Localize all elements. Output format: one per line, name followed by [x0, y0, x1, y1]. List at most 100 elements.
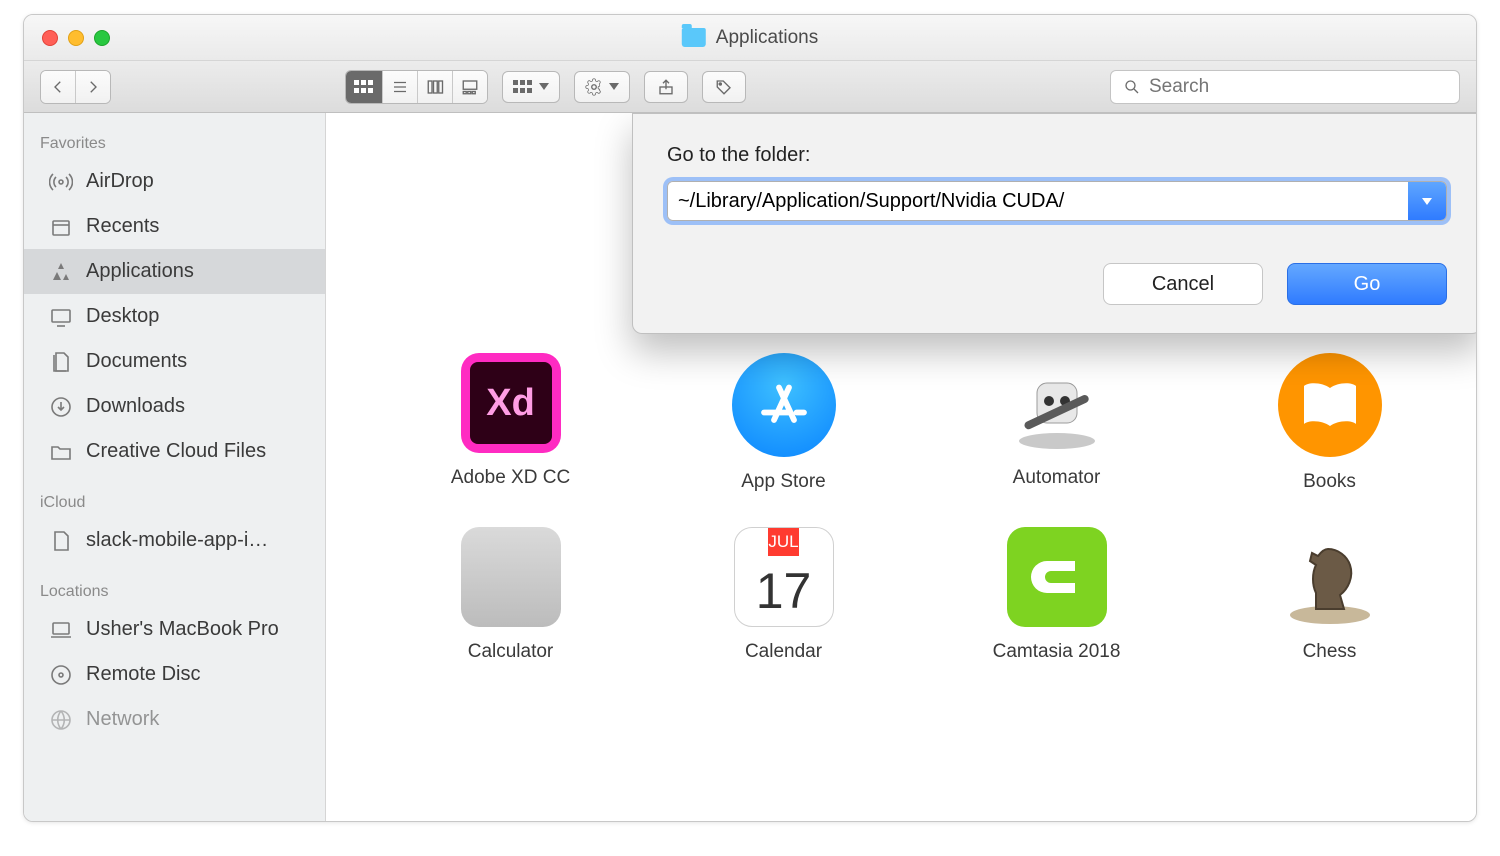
- c-icon: [1027, 547, 1087, 607]
- action-button[interactable]: [574, 71, 630, 103]
- search-input[interactable]: [1149, 76, 1447, 98]
- app-item-books[interactable]: Books: [1193, 353, 1466, 493]
- sidebar-item-slack-file[interactable]: slack-mobile-app-i…: [24, 518, 325, 563]
- sidebar-item-label: AirDrop: [86, 170, 154, 193]
- calendar-month: JUL: [768, 528, 798, 556]
- sidebar-item-label: Recents: [86, 215, 159, 238]
- app-label: Camtasia 2018: [993, 641, 1121, 663]
- robot-icon: [1007, 353, 1107, 453]
- sidebar-item-label: Documents: [86, 350, 187, 373]
- app-label: Chess: [1303, 641, 1357, 663]
- sidebar-item-label: Creative Cloud Files: [86, 440, 266, 463]
- document-icon: [48, 528, 74, 554]
- disc-icon: [48, 662, 74, 688]
- recents-icon: [48, 214, 74, 240]
- app-item-calculator[interactable]: Calculator: [374, 527, 647, 663]
- app-item-app-store[interactable]: App Store: [647, 353, 920, 493]
- go-button[interactable]: Go: [1287, 263, 1447, 305]
- close-window-button[interactable]: [42, 30, 58, 46]
- app-label: Calculator: [468, 641, 554, 663]
- view-gallery-button[interactable]: [453, 71, 487, 103]
- view-buttons: [345, 70, 488, 104]
- search-icon: [1123, 78, 1141, 96]
- group-icon: [513, 80, 533, 94]
- icon-view-icon: [354, 80, 374, 94]
- toolbar: [24, 61, 1476, 113]
- tags-button[interactable]: [702, 71, 746, 103]
- app-grid: Xd Adobe XD CC App Store Automator: [374, 353, 1466, 663]
- group-by-button[interactable]: [502, 71, 560, 103]
- automator-icon: [1007, 353, 1107, 453]
- app-item-camtasia[interactable]: Camtasia 2018: [920, 527, 1193, 663]
- app-item-automator[interactable]: Automator: [920, 353, 1193, 493]
- favorites-header: Favorites: [24, 133, 325, 159]
- adobe-xd-cc-icon: Xd: [461, 353, 561, 453]
- book-icon: [1300, 380, 1360, 430]
- app-label: Calendar: [745, 641, 822, 663]
- folder-path-input[interactable]: [668, 182, 1408, 220]
- app-item-adobe-xd-cc[interactable]: Xd Adobe XD CC: [374, 353, 647, 493]
- view-icons-button[interactable]: [346, 71, 383, 103]
- history-dropdown-button[interactable]: [1408, 182, 1446, 220]
- knight-icon: [1280, 527, 1380, 627]
- window-controls: [42, 30, 110, 46]
- title-center: Applications: [682, 27, 818, 49]
- back-button[interactable]: [41, 71, 76, 103]
- minimize-window-button[interactable]: [68, 30, 84, 46]
- sidebar-item-documents[interactable]: Documents: [24, 339, 325, 384]
- app-item-chess[interactable]: Chess: [1193, 527, 1466, 663]
- sidebar-item-label: Network: [86, 708, 159, 731]
- folder-icon: [682, 28, 706, 47]
- go-to-folder-dialog: Go to the folder: Cancel Go: [632, 113, 1476, 334]
- sidebar-item-applications[interactable]: Applications: [24, 249, 325, 294]
- forward-button[interactable]: [76, 71, 110, 103]
- nav-buttons: [40, 70, 111, 104]
- cancel-button[interactable]: Cancel: [1103, 263, 1263, 305]
- sidebar-item-remote-disc[interactable]: Remote Disc: [24, 652, 325, 697]
- content-area: Xd Adobe XD Xd Adobe XD CC App Store: [326, 113, 1476, 821]
- chevron-down-icon: [1422, 198, 1432, 205]
- zoom-window-button[interactable]: [94, 30, 110, 46]
- sidebar-item-label: Remote Disc: [86, 663, 200, 686]
- network-icon: [48, 707, 74, 733]
- share-icon: [657, 78, 675, 96]
- sidebar-item-label: Desktop: [86, 305, 159, 328]
- app-label: Adobe XD CC: [451, 467, 570, 489]
- applications-icon: [48, 259, 74, 285]
- view-columns-button[interactable]: [418, 71, 453, 103]
- sidebar-item-creative-cloud[interactable]: Creative Cloud Files: [24, 429, 325, 474]
- tag-icon: [715, 78, 733, 96]
- app-store-icon: [732, 353, 836, 457]
- column-view-icon: [426, 78, 444, 96]
- sidebar-item-desktop[interactable]: Desktop: [24, 294, 325, 339]
- sidebar-item-label: Downloads: [86, 395, 185, 418]
- sidebar-item-recents[interactable]: Recents: [24, 204, 325, 249]
- gear-icon: [585, 78, 603, 96]
- airdrop-icon: [48, 169, 74, 195]
- chevron-left-icon: [49, 78, 67, 96]
- dialog-actions: Cancel Go: [667, 263, 1447, 305]
- sidebar-item-macbook[interactable]: Usher's MacBook Pro: [24, 607, 325, 652]
- chevron-right-icon: [84, 78, 102, 96]
- calculator-icon: [461, 527, 561, 627]
- a-icon: [754, 375, 814, 435]
- app-label: App Store: [741, 471, 826, 493]
- locations-header: Locations: [24, 581, 325, 607]
- chess-icon: [1280, 527, 1380, 627]
- sidebar-item-label: Usher's MacBook Pro: [86, 618, 279, 641]
- books-icon: [1278, 353, 1382, 457]
- share-button[interactable]: [644, 71, 688, 103]
- titlebar: Applications: [24, 15, 1476, 61]
- sidebar-item-label: Applications: [86, 260, 194, 283]
- dialog-label: Go to the folder:: [667, 144, 1447, 167]
- sidebar-item-airdrop[interactable]: AirDrop: [24, 159, 325, 204]
- folder-path-combobox[interactable]: [667, 181, 1447, 221]
- view-list-button[interactable]: [383, 71, 418, 103]
- chevron-down-icon: [609, 83, 619, 90]
- app-label: Books: [1303, 471, 1356, 493]
- search-field[interactable]: [1110, 70, 1460, 104]
- sidebar-item-downloads[interactable]: Downloads: [24, 384, 325, 429]
- documents-icon: [48, 349, 74, 375]
- sidebar-item-network[interactable]: Network: [24, 697, 325, 742]
- app-item-calendar[interactable]: JUL 17 Calendar: [647, 527, 920, 663]
